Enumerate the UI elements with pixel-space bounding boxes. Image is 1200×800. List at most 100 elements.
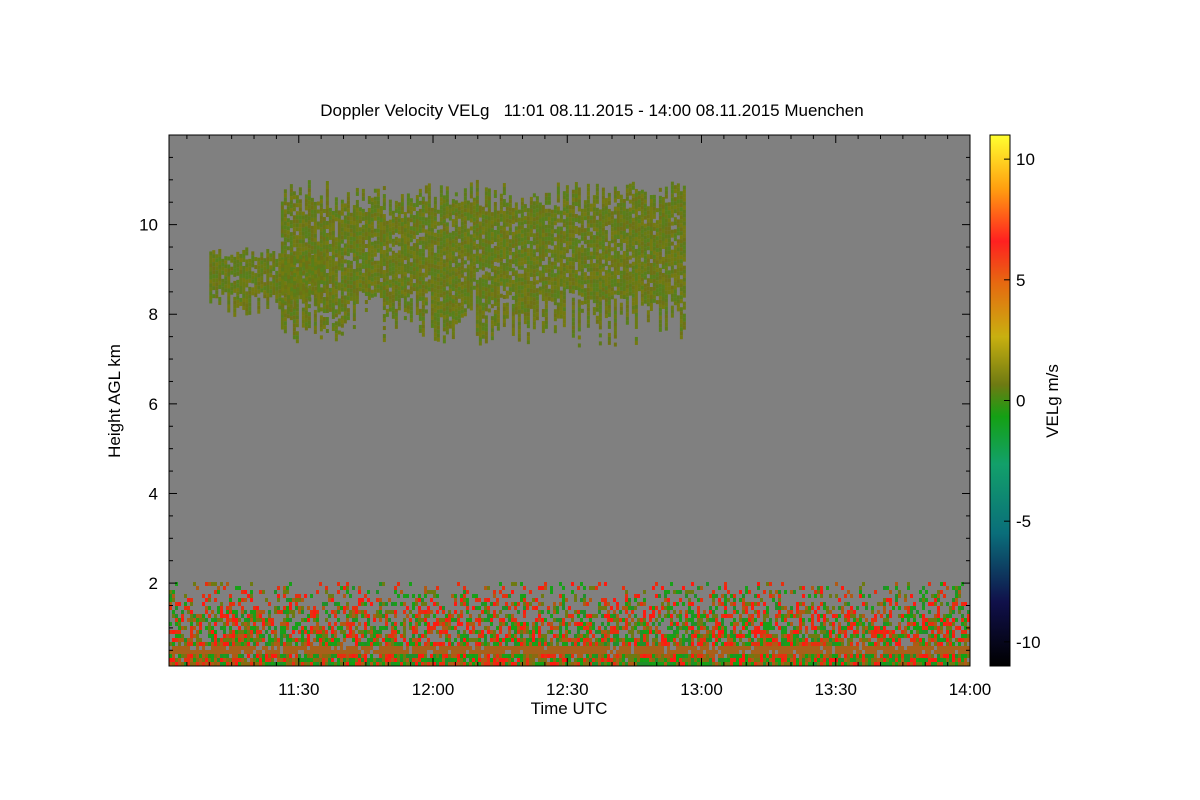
velocity-cell <box>547 248 551 253</box>
velocity-cell <box>460 301 464 306</box>
velocity-cell <box>301 235 305 240</box>
velocity-cell <box>463 288 467 293</box>
velocity-cell <box>451 247 455 252</box>
velocity-cell <box>583 216 587 221</box>
velocity-cell <box>340 275 344 280</box>
velocity-cell <box>193 654 196 658</box>
velocity-cell <box>247 638 250 642</box>
velocity-cell <box>370 638 373 642</box>
velocity-cell <box>320 276 324 281</box>
velocity-cell <box>346 618 349 622</box>
velocity-cell <box>664 246 668 251</box>
velocity-cell <box>263 290 267 295</box>
velocity-cell <box>619 274 623 279</box>
velocity-cell <box>403 240 407 245</box>
velocity-cell <box>184 654 187 658</box>
velocity-cell <box>523 236 527 241</box>
velocity-cell <box>352 630 355 634</box>
velocity-cell <box>382 186 386 191</box>
velocity-cell <box>529 268 533 273</box>
velocity-cell <box>469 270 473 275</box>
velocity-cell <box>628 199 632 204</box>
velocity-cell <box>307 192 311 197</box>
velocity-cell <box>676 303 680 308</box>
velocity-cell <box>436 301 440 306</box>
velocity-cell <box>244 658 247 662</box>
velocity-cell <box>217 658 220 662</box>
velocity-cell <box>445 278 449 283</box>
velocity-cell <box>571 301 575 306</box>
velocity-cell <box>427 243 431 248</box>
velocity-cell <box>571 205 575 210</box>
velocity-cell <box>655 284 659 289</box>
velocity-cell <box>214 662 217 666</box>
velocity-cell <box>481 238 485 243</box>
velocity-cell <box>637 223 641 228</box>
velocity-cell <box>613 250 617 255</box>
velocity-cell <box>236 299 240 304</box>
velocity-cell <box>619 306 623 311</box>
velocity-cell <box>502 239 506 244</box>
velocity-cell <box>317 268 321 273</box>
velocity-cell <box>299 263 303 268</box>
velocity-cell <box>364 288 368 293</box>
velocity-cell <box>409 290 413 295</box>
velocity-cell <box>415 251 419 256</box>
velocity-cell <box>664 222 668 227</box>
velocity-cell <box>505 274 509 279</box>
velocity-cell <box>439 229 443 234</box>
velocity-cell <box>571 297 575 302</box>
velocity-cell <box>544 240 548 245</box>
velocity-cell <box>673 269 677 274</box>
velocity-cell <box>553 329 557 334</box>
velocity-cell <box>535 256 539 261</box>
velocity-cell <box>325 189 329 194</box>
velocity-cell <box>382 646 385 650</box>
velocity-cell <box>275 298 279 303</box>
velocity-cell <box>610 255 614 260</box>
velocity-cell <box>322 229 326 234</box>
velocity-cell <box>355 207 359 212</box>
velocity-cell <box>607 284 611 289</box>
velocity-cell <box>317 260 321 265</box>
velocity-cell <box>541 241 545 246</box>
velocity-cell <box>385 264 389 269</box>
velocity-cell <box>394 224 398 229</box>
velocity-cell <box>388 259 392 264</box>
velocity-cell <box>278 273 282 278</box>
velocity-cell <box>631 289 635 294</box>
velocity-cell <box>304 298 308 303</box>
velocity-cell <box>278 253 282 258</box>
velocity-cell <box>415 231 419 236</box>
velocity-cell <box>433 220 437 225</box>
velocity-cell <box>304 194 308 199</box>
velocity-cell <box>242 265 246 270</box>
velocity-cell <box>448 272 452 277</box>
velocity-cell <box>490 220 494 225</box>
velocity-cell <box>334 293 338 298</box>
velocity-cell <box>388 291 392 296</box>
velocity-cell <box>433 232 437 237</box>
velocity-cell <box>415 307 419 312</box>
velocity-cell <box>287 275 291 280</box>
velocity-cell <box>340 227 344 232</box>
velocity-cell <box>379 618 382 622</box>
velocity-cell <box>355 606 358 610</box>
velocity-cell <box>302 298 306 303</box>
velocity-cell <box>229 602 232 606</box>
velocity-cell <box>508 231 512 236</box>
velocity-cell <box>535 196 539 201</box>
velocity-cell <box>337 218 341 223</box>
velocity-cell <box>307 248 311 253</box>
velocity-cell <box>667 210 671 215</box>
velocity-cell <box>215 254 219 259</box>
velocity-cell <box>658 203 662 208</box>
velocity-cell <box>634 192 638 197</box>
velocity-cell <box>421 276 425 281</box>
velocity-cell <box>529 208 533 213</box>
velocity-cell <box>355 199 359 204</box>
velocity-cell <box>385 288 389 293</box>
velocity-cell <box>469 290 473 295</box>
velocity-cell <box>331 262 335 267</box>
velocity-cell <box>433 304 437 309</box>
